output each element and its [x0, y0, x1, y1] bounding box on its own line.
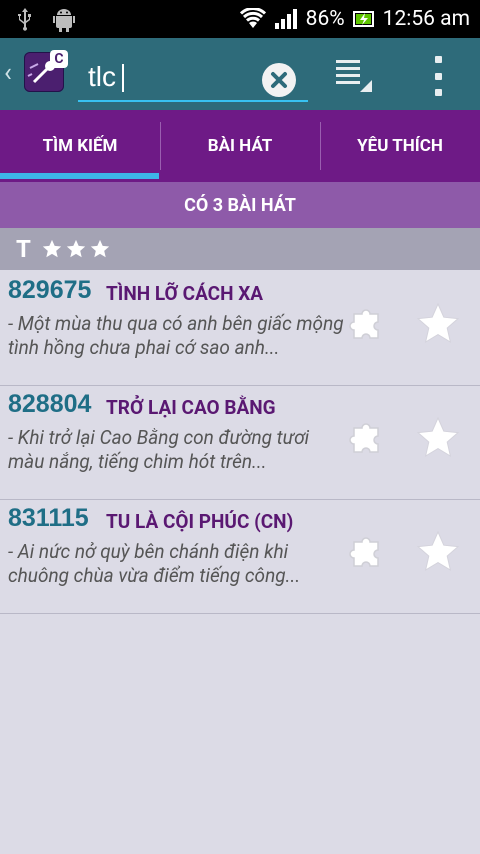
app-badge: C: [50, 50, 68, 68]
star-icon: [42, 239, 62, 258]
overflow-dot: [434, 56, 442, 63]
action-bar: ‹ C: [0, 38, 480, 110]
close-icon: [271, 72, 287, 88]
favorite-star-icon[interactable]: [414, 300, 462, 348]
puzzle-icon[interactable]: [348, 536, 384, 572]
sort-list-button[interactable]: [334, 56, 374, 96]
wifi-icon: [239, 8, 266, 30]
battery-percent: 86%: [305, 7, 345, 31]
song-title: TRỞ LẠI CAO BẰNG: [106, 396, 276, 419]
puzzle-icon[interactable]: [348, 422, 384, 458]
overflow-menu-button[interactable]: [428, 56, 448, 96]
signal-icon: [274, 8, 298, 30]
song-lyric: - Khi trở lại Cao Bằng con đường tươi mà…: [8, 426, 310, 473]
song-code: 831115: [8, 504, 89, 532]
status-bar: 86% 12:56 am: [0, 0, 480, 38]
back-chevron-icon[interactable]: ‹: [4, 58, 12, 88]
tab-bar: TÌM KIẾM BÀI HÁT YÊU THÍCH: [0, 110, 480, 182]
list-item[interactable]: 831115 TU LÀ CỘI PHÚC (CN) - Ai nức nở q…: [0, 500, 480, 614]
android-debug-icon: [52, 6, 76, 32]
usb-icon: [16, 7, 34, 31]
puzzle-icon[interactable]: [348, 308, 384, 344]
overflow-dot: [434, 89, 442, 96]
star-icon: [90, 239, 110, 258]
group-header: T: [0, 228, 480, 270]
active-tab-indicator: [0, 173, 159, 179]
list-item[interactable]: 828804 TRỞ LẠI CAO BẰNG - Khi trở lại Ca…: [0, 386, 480, 500]
text-cursor: [122, 64, 124, 92]
tab-search[interactable]: TÌM KIẾM: [0, 110, 160, 182]
tab-songs[interactable]: BÀI HÁT: [160, 110, 320, 182]
tab-favorites[interactable]: YÊU THÍCH: [320, 110, 480, 182]
result-count: CÓ 3 BÀI HÁT: [0, 182, 480, 228]
favorite-star-icon[interactable]: [414, 528, 462, 576]
song-title: TU LÀ CỘI PHÚC (CN): [106, 510, 294, 533]
song-lyric: - Một mùa thu qua có anh bên giấc mộng t…: [8, 312, 344, 359]
favorite-star-icon[interactable]: [414, 414, 462, 462]
clear-search-button[interactable]: [262, 63, 296, 97]
clock: 12:56 am: [382, 7, 470, 31]
group-letter: T: [16, 235, 31, 263]
song-list: 829675 TÌNH LỠ CÁCH XA - Một mùa thu qua…: [0, 272, 480, 614]
search-input[interactable]: [88, 60, 258, 94]
list-item[interactable]: 829675 TÌNH LỠ CÁCH XA - Một mùa thu qua…: [0, 272, 480, 386]
list-filter-icon: [336, 60, 372, 92]
song-code: 829675: [8, 276, 92, 304]
app-logo[interactable]: C: [24, 50, 68, 92]
star-icon: [66, 239, 86, 258]
song-title: TÌNH LỠ CÁCH XA: [106, 282, 264, 305]
song-lyric: - Ai nức nở quỳ bên chánh điện khi chuôn…: [8, 540, 301, 587]
overflow-dot: [434, 72, 442, 80]
song-code: 828804: [8, 390, 92, 418]
battery-charging-icon: [352, 10, 375, 28]
rating-stars: [41, 238, 111, 260]
